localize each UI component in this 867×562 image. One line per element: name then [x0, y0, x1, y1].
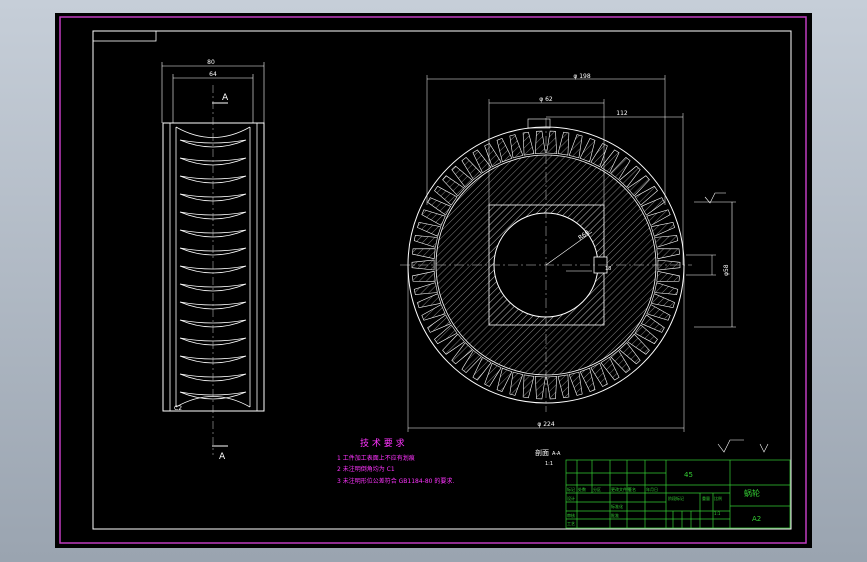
title-standard-label: 标准化 [611, 503, 623, 509]
dim-outer-width: 80 [207, 59, 215, 66]
cad-viewport: 80 64 A A C2 R60 18 φ 198 φ 62 112 φ 224… [0, 0, 867, 562]
dim-diameter-top: φ 198 [573, 73, 591, 80]
title-part-name: 蜗轮 [744, 488, 760, 498]
dim-inner-width: 64 [209, 71, 217, 78]
title-row-label-1: 标记 [567, 486, 575, 492]
dim-diameter-bore: φ 62 [539, 96, 553, 103]
title-weight-label: 重量 [702, 495, 710, 501]
title-col-label-1: 处数 [578, 486, 586, 492]
title-col-label-4: 签名 [628, 486, 636, 492]
cad-drawing-sheet: 80 64 A A C2 R60 18 φ 198 φ 62 112 φ 224… [55, 13, 812, 548]
tech-req-title: 技 术 要 求 [360, 437, 405, 449]
title-row-label-2: 设计 [567, 495, 575, 501]
title-sheet-size: A2 [752, 515, 761, 523]
title-row-label-4: 工艺 [567, 521, 575, 526]
title-scale-label: 比例 [714, 495, 722, 501]
title-col-label-2: 分区 [593, 486, 601, 492]
tech-req-item-3: 3 未注明形位公差符合 GB1184-80 的要求. [337, 477, 454, 485]
title-stage-label: 阶段标记 [668, 495, 684, 501]
title-row-label-3: 审核 [567, 512, 575, 518]
section-label-scale: 1:1 [545, 461, 553, 467]
section-mark-top: A [222, 93, 229, 103]
title-scale-value: 1:1 [714, 511, 721, 516]
dim-offset: 112 [616, 110, 628, 117]
chamfer-label: C2 [174, 405, 182, 412]
tech-req-item-2: 2 未注明倒角均为 C1 [337, 465, 395, 473]
section-mark-bottom: A [219, 452, 226, 462]
tech-req-item-1: 1 工件加工表面上不应有划痕 [337, 454, 415, 462]
title-col-label-5: 年月日 [646, 486, 658, 492]
dim-keyway: 18 [605, 266, 611, 272]
title-approve-label: 批准 [611, 512, 619, 518]
dim-right: φ58 [723, 264, 730, 276]
dim-diameter-bottom: φ 224 [537, 421, 555, 428]
section-label-title: 剖面 [535, 448, 549, 457]
title-material: 45 [684, 471, 693, 479]
section-label-sub: A-A [552, 451, 561, 457]
